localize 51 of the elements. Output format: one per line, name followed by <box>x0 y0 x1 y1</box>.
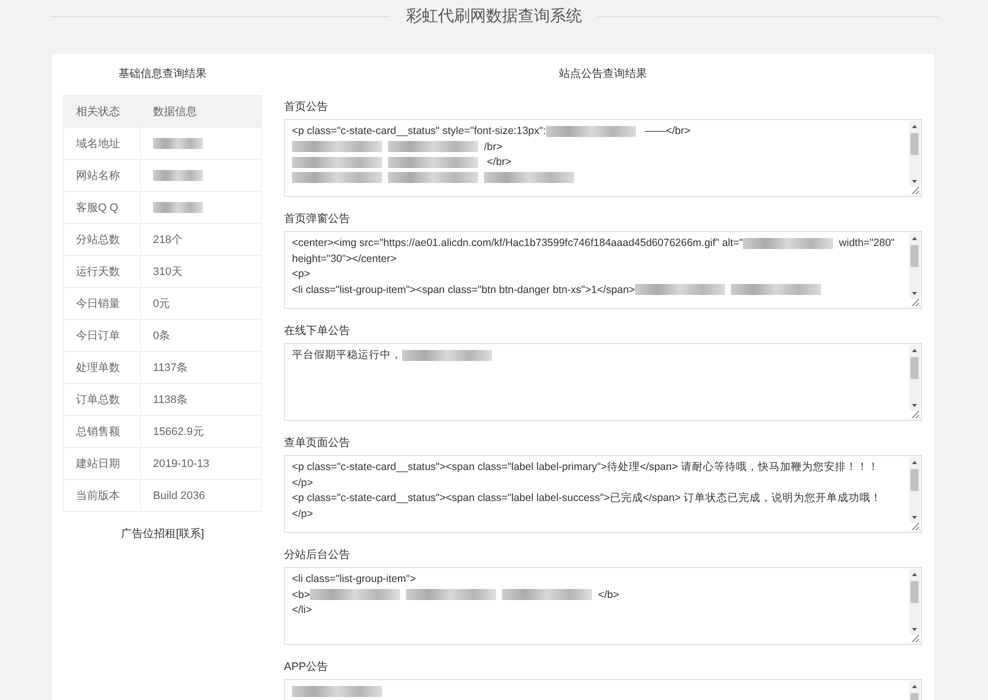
table-cell: 310天 <box>140 256 262 288</box>
resize-grip-icon[interactable] <box>909 520 920 531</box>
table-cell: Build 2036 <box>140 480 262 512</box>
section-title: 基础信息查询结果 <box>118 67 208 82</box>
redacted-block <box>153 138 203 150</box>
table-cell: 域名地址 <box>64 128 140 160</box>
table-cell: 运行天数 <box>64 256 140 288</box>
announcement-field[interactable]: <li class="list-group-item"> <b> </b> </li> <box>284 567 922 645</box>
scrollbar-drawing <box>909 121 920 187</box>
announcement-field[interactable]: <p class="c-state-card__status"><span class="label label-primary">待处理</span> 请耐心等待哦，快马加鞭为您安排！！！ </p> <p class="c-state-card__status"><span class="label label-success">已完成</span> 订单状态已完成，说明为您开单成功哦！ </p> <box>284 455 922 533</box>
table-cell: 0元 <box>140 288 262 320</box>
page-title: 彩虹代刷网数据查询系统 <box>406 6 582 26</box>
announcement-field[interactable]: <center><img src="https://ae01.alicdn.com/kf/Hac1b73599fc746f184aaad45d6076266m.gif" alt=" width="280" height="30"></center> <p> <li class="list-group-item"><span class="btn btn-danger btn-xs">1</span> <box>284 231 922 309</box>
redacted-block <box>153 170 203 182</box>
scrollbar-drawing <box>909 233 920 299</box>
announcement-field[interactable]: <p class="c-state-card__status" style="font-size:13px": ——</br> /br> </br> <box>284 119 922 197</box>
table-cell: 建站日期 <box>64 448 140 480</box>
table-cell: 1137条 <box>140 352 262 384</box>
field-label: 在线下单公告 <box>284 324 351 338</box>
ad-link[interactable]: 广告位招租[联系] <box>63 512 262 541</box>
table-cell: 0条 <box>140 320 262 352</box>
table-cell: 今日订单 <box>64 320 140 352</box>
section-title: 站点公告查询结果 <box>558 66 648 82</box>
scrollbar-drawing <box>909 569 920 635</box>
scrollbar-drawing <box>909 345 920 411</box>
table-cell: 网站名称 <box>64 160 140 192</box>
field-label: 首页公告 <box>284 100 329 114</box>
resize-grip-icon[interactable] <box>909 632 920 643</box>
table-cell: 当前版本 <box>64 480 140 512</box>
table-cell: 今日销量 <box>64 288 140 320</box>
table-cell: 1138条 <box>140 384 262 416</box>
resize-grip-icon[interactable] <box>909 408 920 419</box>
redacted-block <box>153 202 203 214</box>
announcement-field[interactable]: 平台假期平稳运行中， <box>284 343 922 421</box>
field-label: 首页弹窗公告 <box>284 212 351 226</box>
table-cell: 处理单数 <box>64 352 140 384</box>
table-cell: 客服Q Q <box>64 192 140 224</box>
resize-grip-icon[interactable] <box>909 184 920 195</box>
table-cell: 订单总数 <box>64 384 140 416</box>
scrollbar-drawing <box>909 457 920 523</box>
field-label: 查单页面公告 <box>284 436 351 450</box>
column-header: 数据信息 <box>140 96 262 128</box>
table-cell: 总销售额 <box>64 416 140 448</box>
table-cell: 218个 <box>140 224 262 256</box>
resize-grip-icon[interactable] <box>909 296 920 307</box>
column-header: 相关状态 <box>64 96 140 128</box>
field-label: APP公告 <box>284 660 330 674</box>
table-cell: 2019-10-13 <box>140 448 262 480</box>
table-cell: 15662.9元 <box>140 416 262 448</box>
field-label: 分站后台公告 <box>284 548 351 562</box>
table-cell: 分站总数 <box>64 224 140 256</box>
